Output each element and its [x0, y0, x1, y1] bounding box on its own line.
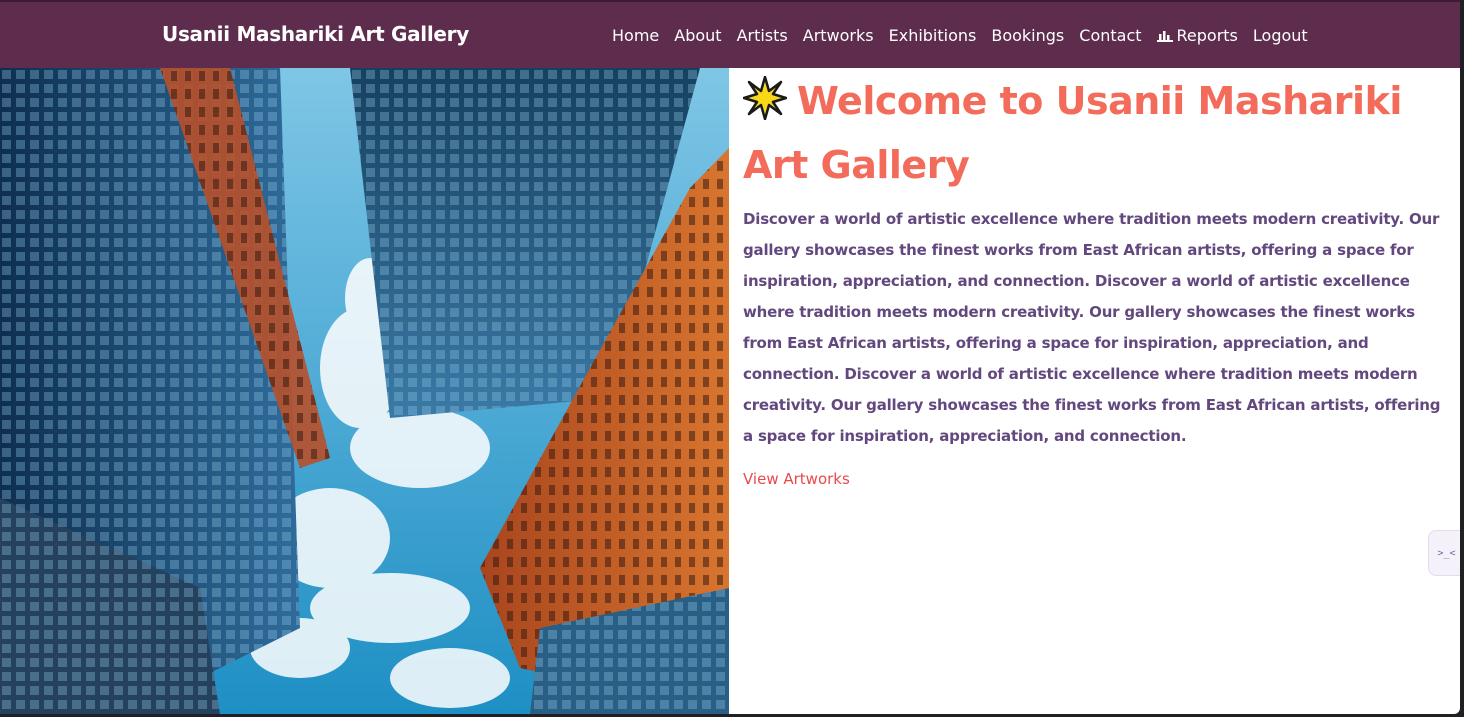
- nav-exhibitions-label: Exhibitions: [888, 26, 977, 45]
- nav-reports[interactable]: Reports: [1156, 26, 1238, 45]
- nav-artists-label: Artists: [736, 26, 788, 45]
- nav-reports-label: Reports: [1176, 26, 1238, 45]
- brand-logo[interactable]: Usanii Mashariki Art Gallery: [162, 22, 469, 46]
- nav-home-label: Home: [612, 26, 660, 45]
- terminal-icon[interactable]: >_<: [1428, 530, 1460, 576]
- nav-artworks[interactable]: Artworks: [803, 26, 874, 45]
- nav-logout-label: Logout: [1252, 26, 1308, 45]
- nav-links: Home About Artists Artworks Exhibitions Booki…: [612, 26, 1323, 45]
- navbar: Usanii Mashariki Art Gallery Home About Ar…: [0, 0, 1460, 68]
- nav-about[interactable]: About: [674, 26, 721, 45]
- hero-image: [0, 68, 729, 714]
- nav-logout[interactable]: Logout: [1253, 26, 1308, 45]
- nav-about-label: About: [674, 26, 722, 45]
- view-artworks-link[interactable]: View Artworks: [743, 470, 850, 488]
- nav-artists[interactable]: Artists: [737, 26, 788, 45]
- hero-description: Discover a world of artistic excellence …: [743, 210, 1441, 445]
- page-title-text: Welcome to Usanii Mashariki Art Gallery: [743, 79, 1402, 187]
- nav-bookings-label: Bookings: [991, 26, 1065, 45]
- nav-artworks-label: Artworks: [802, 26, 874, 45]
- city-skyline-image: [0, 68, 729, 714]
- sparkle-star-icon: [742, 75, 788, 136]
- bar-chart-icon: [1156, 29, 1173, 42]
- nav-exhibitions[interactable]: Exhibitions: [889, 26, 977, 45]
- nav-contact-label: Contact: [1079, 26, 1142, 45]
- page: Usanii Mashariki Art Gallery Home About Ar…: [0, 0, 1460, 714]
- nav-contact[interactable]: Contact: [1079, 26, 1141, 45]
- page-title: Welcome to Usanii Mashariki Art Gallery: [742, 72, 1455, 194]
- nav-bookings[interactable]: Bookings: [991, 26, 1064, 45]
- nav-home[interactable]: Home: [612, 26, 659, 45]
- hero-content: Welcome to Usanii Mashariki Art Gallery …: [742, 72, 1455, 488]
